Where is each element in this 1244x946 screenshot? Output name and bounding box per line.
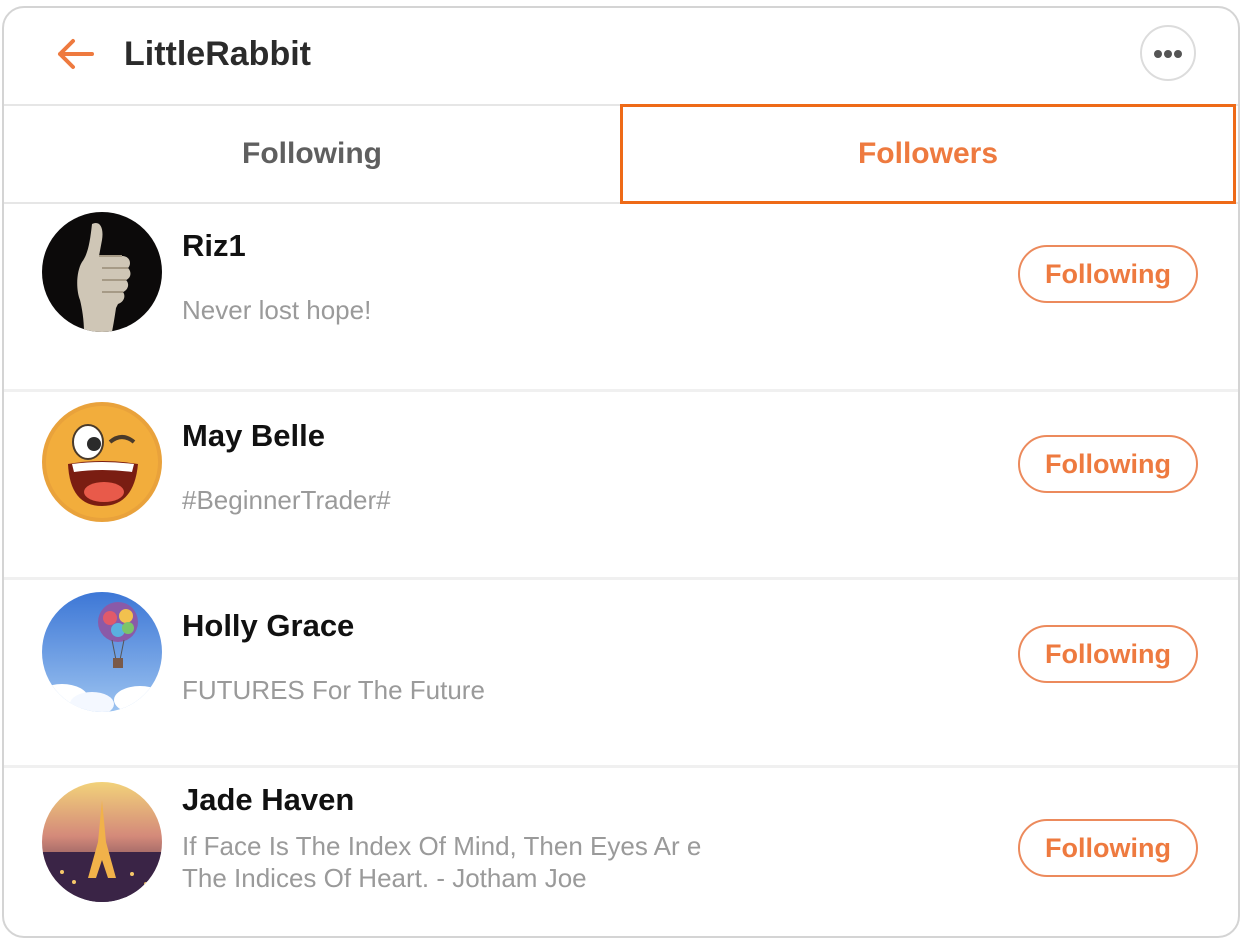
list-item[interactable]: Riz1 Never lost hope! Following <box>4 204 1238 392</box>
header: LittleRabbit <box>4 8 1238 104</box>
follower-bio: Never lost hope! <box>182 295 372 325</box>
following-button[interactable]: Following <box>1018 435 1198 493</box>
balloon-house-avatar <box>42 592 162 712</box>
follower-name[interactable]: Jade Haven <box>182 780 354 820</box>
follower-name[interactable]: Riz1 <box>182 226 246 266</box>
list-item[interactable]: Holly Grace FUTURES For The Future Follo… <box>4 580 1238 768</box>
more-dots-icon <box>1154 50 1182 58</box>
eiffel-tower-avatar <box>42 782 162 902</box>
tab-followers[interactable]: Followers <box>620 104 1236 204</box>
page-title: LittleRabbit <box>124 35 311 73</box>
avatar[interactable] <box>42 402 162 522</box>
back-button[interactable] <box>52 32 96 76</box>
list-item[interactable]: Jade Haven If Face Is The Index Of Mind,… <box>4 768 1238 936</box>
arrow-left-icon <box>58 39 94 69</box>
tab-following[interactable]: Following <box>4 106 620 202</box>
avatar[interactable] <box>42 592 162 712</box>
follower-name[interactable]: May Belle <box>182 416 325 456</box>
tab-bar: Following Followers <box>4 104 1238 204</box>
list-item[interactable]: May Belle #BeginnerTrader# Following <box>4 392 1238 580</box>
following-button[interactable]: Following <box>1018 819 1198 877</box>
follower-name[interactable]: Holly Grace <box>182 606 354 646</box>
follower-bio: #BeginnerTrader# <box>182 485 391 515</box>
follower-bio: If Face Is The Index Of Mind, Then Eyes … <box>182 831 702 893</box>
avatar[interactable] <box>42 212 162 332</box>
following-button[interactable]: Following <box>1018 245 1198 303</box>
following-button[interactable]: Following <box>1018 625 1198 683</box>
winking-face-avatar <box>42 402 162 522</box>
app-window: LittleRabbit Following Followers Riz1 Ne… <box>2 6 1240 938</box>
avatar[interactable] <box>42 782 162 902</box>
thumbs-up-avatar <box>42 212 162 332</box>
follower-bio: FUTURES For The Future <box>182 675 485 705</box>
more-options-button[interactable] <box>1140 25 1196 81</box>
